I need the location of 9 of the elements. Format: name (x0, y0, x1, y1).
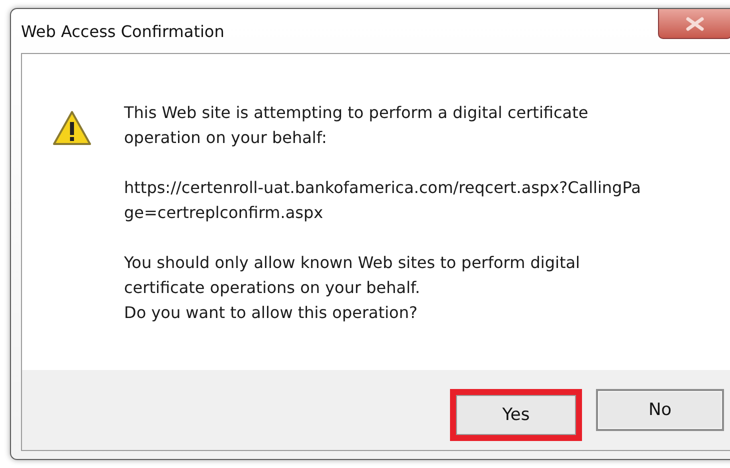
yes-button[interactable]: Yes (450, 389, 582, 441)
warning-icon (52, 110, 92, 146)
message-text: This Web site is attempting to perform a digital certificate operation on your behalf: (124, 102, 590, 149)
close-button[interactable] (658, 9, 730, 39)
message-text: https://certenroll-uat.bankofamerica.com/reqcert.aspx?CallingPa ge=certreplconfirm.aspx (124, 177, 641, 224)
message-text: You should only allow known Web sites to perform digital certificate operations on your behalf. Do you want to allow this operation? (124, 252, 581, 324)
window-title: Web Access Confirmation (21, 22, 224, 41)
no-button[interactable]: No (596, 389, 724, 431)
close-icon (685, 16, 705, 30)
